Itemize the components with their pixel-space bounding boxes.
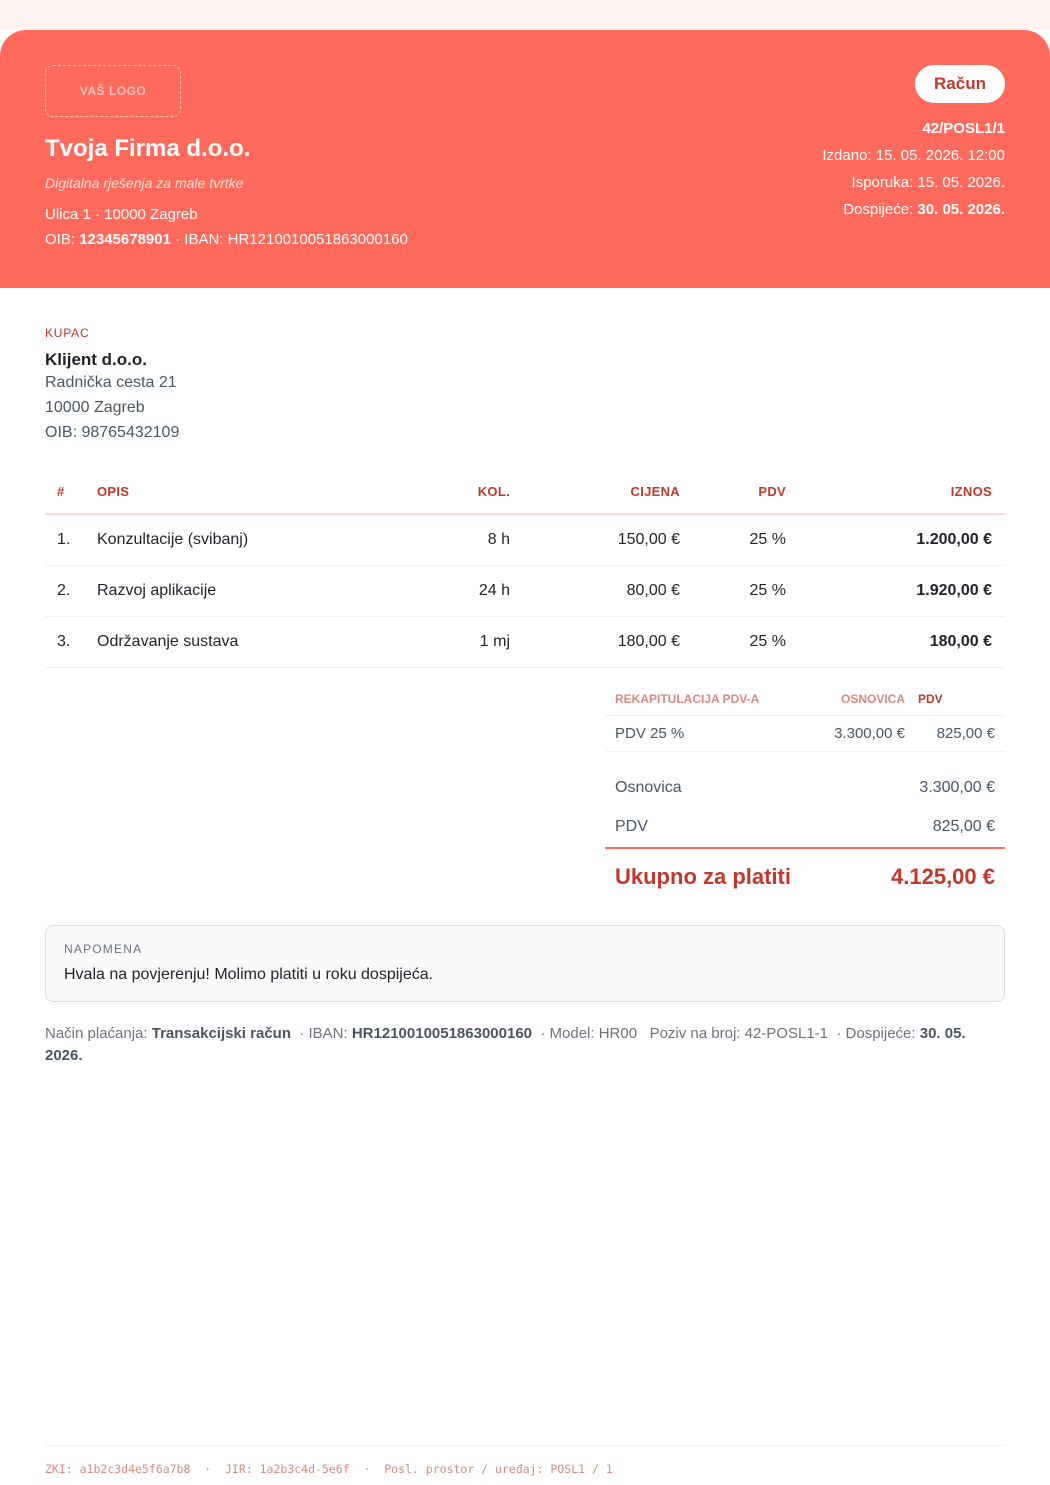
seller-address: Ulica 1 · 10000 Zagreb: [45, 206, 198, 223]
seller-tagline: Digitalna rješenja za male tvrtke: [45, 175, 244, 191]
table-row: 3. Održavanje sustava 1 mj 180,00 € 25 %…: [45, 616, 1005, 668]
payment-method: Transakcijski račun: [151, 1025, 291, 1042]
due-date-value: 30. 05. 2026.: [917, 201, 1005, 218]
due-date-label: Dospijeće:: [843, 201, 914, 218]
recap-col-vat: PDV: [905, 684, 1005, 716]
recap-vat: 825,00 €: [905, 715, 1005, 752]
payment-method-label: Način plaćanja:: [45, 1025, 148, 1042]
item-amount: 180,00 €: [796, 616, 1005, 668]
table-row: 2. Razvoj aplikacije 24 h 80,00 € 25 % 1…: [45, 565, 1005, 617]
payment-model: · Model: HR00: [540, 1025, 638, 1042]
seller-iban: · IBAN: HR1210010051863000160: [175, 231, 408, 248]
seller-oib-label: OIB:: [45, 231, 76, 248]
due-date: Dospijeće: 30. 05. 2026.: [843, 201, 1005, 218]
recap-header-row: REKAPITULACIJA PDV-A OSNOVICA PDV: [605, 684, 1005, 716]
item-desc: Konzultacije (svibanj): [97, 514, 397, 566]
item-price: 180,00 €: [510, 616, 680, 668]
note-label: NAPOMENA: [64, 942, 143, 956]
recap-rate: PDV 25 %: [605, 715, 795, 752]
item-qty: 1 mj: [397, 616, 510, 668]
item-price: 150,00 €: [510, 514, 680, 566]
buyer-label: KUPAC: [45, 326, 90, 340]
document-number: 42/POSL1/1: [922, 120, 1005, 137]
items-header-row: # OPIS KOL. CIJENA PDV IZNOS: [45, 470, 1005, 515]
item-num: 2.: [45, 565, 97, 617]
document-type-badge: Račun: [915, 65, 1005, 103]
buyer-city: 10000 Zagreb: [45, 399, 145, 416]
vat-recap-table: REKAPITULACIJA PDV-A OSNOVICA PDV PDV 25…: [605, 684, 1005, 752]
total-divider: [605, 847, 1005, 849]
note-text: Hvala na povjerenju! Molimo platiti u ro…: [64, 966, 434, 983]
vat-total-label: PDV: [615, 818, 648, 835]
recap-col-base: OSNOVICA: [795, 684, 905, 716]
item-num: 1.: [45, 514, 97, 566]
seller-name: Tvoja Firma d.o.o.: [45, 135, 251, 162]
payment-iban-label: · IBAN:: [299, 1025, 348, 1042]
item-price: 80,00 €: [510, 565, 680, 617]
buyer-name: Klijent d.o.o.: [45, 350, 147, 369]
item-amount: 1.920,00 €: [796, 565, 1005, 617]
seller-ids: OIB: 12345678901 · IBAN: HR1210010051863…: [45, 231, 408, 248]
item-vat: 25 %: [680, 565, 796, 617]
issued-date: Izdano: 15. 05. 2026. 12:00: [822, 147, 1005, 164]
recap-col-label: REKAPITULACIJA PDV-A: [605, 684, 795, 716]
logo-placeholder: VAŠ LOGO: [45, 65, 181, 117]
col-price: CIJENA: [510, 470, 680, 515]
item-qty: 24 h: [397, 565, 510, 617]
item-amount: 1.200,00 €: [796, 514, 1005, 566]
recap-row: PDV 25 % 3.300,00 € 825,00 €: [605, 715, 1005, 752]
vat-total-value: 825,00 €: [932, 818, 995, 835]
table-row: 1. Konzultacije (svibanj) 8 h 150,00 € 2…: [45, 514, 1005, 566]
col-num: #: [45, 470, 97, 515]
col-desc: OPIS: [97, 470, 397, 515]
delivery-date: Isporuka: 15. 05. 2026.: [851, 174, 1005, 191]
payment-reference: Poziv na broj: 42-POSL1-1: [649, 1025, 829, 1042]
grand-total-value: 4.125,00 €: [891, 864, 995, 889]
item-num: 3.: [45, 616, 97, 668]
col-vat: PDV: [680, 470, 796, 515]
col-qty: KOL.: [397, 470, 510, 515]
note-box: NAPOMENA Hvala na povjerenju! Molimo pla…: [45, 925, 1005, 1002]
item-qty: 8 h: [397, 514, 510, 566]
item-vat: 25 %: [680, 514, 796, 566]
fiscal-footer: ZKI: a1b2c3d4e5f6a7b8 · JIR: 1a2b3c4d-5e…: [45, 1462, 613, 1476]
top-strip: [0, 0, 1050, 30]
buyer-oib: OIB: 98765432109: [45, 424, 180, 441]
payment-due-label: · Dospijeće:: [836, 1025, 916, 1042]
subtotal-value: 3.300,00 €: [919, 779, 995, 796]
item-vat: 25 %: [680, 616, 796, 668]
payment-iban: HR1210010051863000160: [351, 1025, 533, 1042]
subtotal-label: Osnovica: [615, 779, 682, 796]
invoice-header: VAŠ LOGO Tvoja Firma d.o.o. Digitalna rj…: [0, 30, 1050, 288]
item-desc: Održavanje sustava: [97, 616, 397, 668]
item-desc: Razvoj aplikacije: [97, 565, 397, 617]
grand-total-label: Ukupno za platiti: [615, 864, 791, 889]
buyer-street: Radnička cesta 21: [45, 374, 177, 391]
recap-base: 3.300,00 €: [795, 715, 905, 752]
seller-oib: 12345678901: [79, 231, 171, 248]
payment-info: Način plaćanja: Transakcijski račun · IB…: [45, 1023, 1005, 1067]
items-table: # OPIS KOL. CIJENA PDV IZNOS 1. Konzulta…: [45, 470, 1005, 668]
col-amount: IZNOS: [796, 470, 1005, 515]
footer-divider: [45, 1445, 1005, 1446]
